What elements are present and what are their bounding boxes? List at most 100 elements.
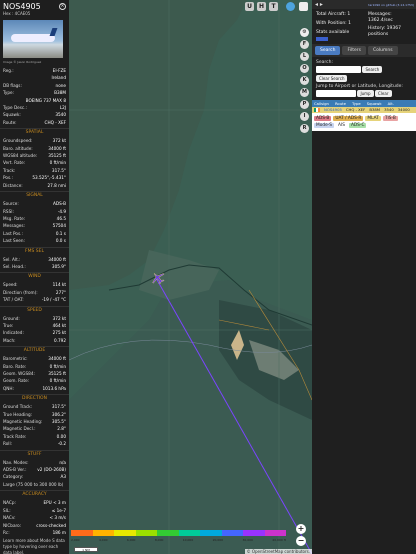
side-button-m[interactable]: M <box>300 88 309 97</box>
info-row: Squawk: 3540 <box>0 111 69 118</box>
altitude-scale-labels: 2,000 4,000 6,000 8,000 10,000 20,000 30,000 40… <box>71 538 286 542</box>
tab-search[interactable]: Search <box>315 46 341 55</box>
info-row: Reg.: EI-FZE <box>0 67 69 74</box>
stuff-heading: STUFF <box>0 449 69 459</box>
side-button-k[interactable]: K <box>300 76 309 85</box>
search-button[interactable]: Search <box>362 66 383 73</box>
info-label: True Heading: <box>3 411 33 417</box>
info-label: Baro. altitude: <box>3 145 33 151</box>
info-row: Ground Track: 317.5° <box>0 403 69 410</box>
info-row: RSSI: -4.9 <box>0 208 69 215</box>
settings-gear-icon[interactable]: ⚙ <box>300 28 309 37</box>
clear-search-button[interactable]: Clear Search <box>316 75 348 82</box>
column-header[interactable]: Callsign <box>314 100 329 107</box>
info-label: DB flags: <box>3 82 22 88</box>
info-row: Roll: -0.2 <box>0 440 69 447</box>
info-label: Track Rate: <box>3 433 27 439</box>
aircraft-photo[interactable] <box>3 20 63 58</box>
column-header[interactable]: Type <box>352 100 361 107</box>
info-label: Rc: <box>3 529 10 535</box>
search-block: Search: Search Clear Search Jump to Airp… <box>312 57 416 100</box>
side-button-p[interactable]: P <box>300 100 309 109</box>
fms-heading: FMS SEL <box>0 246 69 256</box>
info-label: Source: <box>3 201 19 207</box>
scale-color-segment <box>243 530 265 536</box>
info-row: Sel. Head.: 305.9° <box>0 263 69 270</box>
map-button-u[interactable]: U <box>245 2 254 11</box>
info-row: Pos.: 53.525°,-5.431° <box>0 174 69 181</box>
info-value: -19 / -47 °C <box>41 297 66 303</box>
zoom-in-button[interactable]: + <box>296 524 306 534</box>
zoom-out-button[interactable]: − <box>296 536 306 546</box>
table-row[interactable]: NOS4905 CHQ - XEF B38M 3540 34000 <box>312 107 416 113</box>
scale-color-segment <box>221 530 243 536</box>
settings-square-icon[interactable] <box>299 2 308 11</box>
photo-credit[interactable]: Image © Jason Rodriguez <box>0 60 69 64</box>
info-row: NACv: < 3 m/s <box>0 514 69 521</box>
jump-input[interactable] <box>316 90 356 97</box>
map-button-h[interactable]: H <box>257 2 266 11</box>
accuracy-section: NACp: EPU < 3 m SIL: ≤ 1e-7 NACv: < 3 m/s NICb… <box>0 499 69 536</box>
aircraft-table-body: NOS4905 CHQ - XEF B38M 3540 34000 <box>312 107 416 113</box>
map-attribution[interactable]: © OpenStreetMap contributors. <box>244 549 312 554</box>
info-value: 305.9° <box>51 263 66 269</box>
scale-tick-label: 4,000 <box>98 538 108 542</box>
side-button-r[interactable]: R <box>300 124 309 133</box>
source-badge: AIS <box>336 123 347 128</box>
info-value: 1013.6 hPa <box>42 385 66 391</box>
info-label: Ground Track: <box>3 404 33 410</box>
info-value: 57504 <box>52 223 66 229</box>
version-link[interactable]: tar1090 on github (3.14.1753) <box>368 3 416 7</box>
speed-heading: SPEED <box>0 305 69 315</box>
category-description: Large (75 000 to 300 000 lb) <box>3 481 64 487</box>
map-view[interactable]: U H T + − 2,000 4,000 6,000 8,000 10,000 20,0… <box>69 0 312 554</box>
scale-color-segment <box>264 530 286 536</box>
info-row: Category: A3 <box>0 473 69 480</box>
aircraft-list-panel: ◂ ▸ tar1090 on github (3.14.1753) Total … <box>312 0 416 554</box>
column-header[interactable]: Route <box>335 100 346 107</box>
tab-columns[interactable]: Columns <box>367 46 398 55</box>
info-value: 305.5° <box>51 419 66 425</box>
info-label: Squawk: <box>3 112 21 118</box>
side-button-l[interactable]: L <box>300 52 309 61</box>
info-row: Nav. Modes: n/a <box>0 459 69 466</box>
close-icon[interactable]: × <box>59 3 66 10</box>
map-button-t[interactable]: T <box>269 2 278 11</box>
info-label: Msg. Rate: <box>3 215 26 221</box>
scale-tick-label: 6,000 <box>126 538 136 542</box>
side-button-o[interactable]: O <box>300 64 309 73</box>
search-input[interactable] <box>316 66 361 73</box>
info-row: ADS-B Ver.: v2 (DO-260B) <box>0 466 69 473</box>
info-value: BOEING 737 MAX 8 <box>25 97 66 103</box>
panel-toggle-arrows[interactable]: ◂ ▸ <box>312 1 323 8</box>
info-label: TAT / OAT: <box>3 297 24 303</box>
scale-color-segment <box>157 530 179 536</box>
jump-button[interactable]: Jump <box>357 90 374 97</box>
stats-available[interactable]: Stats available <box>316 30 351 36</box>
info-label: Indicated: <box>3 330 24 336</box>
layers-icon[interactable] <box>286 2 295 11</box>
info-row: Track: 317.5° <box>0 167 69 174</box>
info-label: Geom. Rate: <box>3 378 30 384</box>
info-row: Geom. WGS84: 35125 ft <box>0 370 69 377</box>
column-header[interactable]: Alt. <box>388 100 394 107</box>
tab-filters[interactable]: Filters <box>342 46 366 55</box>
column-header[interactable]: Squawk <box>367 100 382 107</box>
info-value: 53.525°,-5.431° <box>32 175 66 181</box>
info-row: Rc: 186 m <box>0 529 69 536</box>
info-row: True Heading: 306.2° <box>0 411 69 418</box>
map-canvas <box>69 0 312 554</box>
info-value: 372 kt <box>52 138 66 144</box>
cell-squawk: 3540 <box>384 107 394 112</box>
info-value: 35125 ft <box>48 371 66 376</box>
stuff-section: Nav. Modes: n/a ADS-B Ver.: v2 (DO-260B) Cat… <box>0 459 69 481</box>
side-button-i[interactable]: I <box>300 112 309 121</box>
side-button-f[interactable]: F <box>300 40 309 49</box>
info-row: DB flags: none <box>0 82 69 89</box>
info-row: Ireland <box>0 74 69 81</box>
clear-button[interactable]: Clear <box>375 90 392 97</box>
info-row: Vert. Rate: 0 ft/min <box>0 159 69 166</box>
info-label: Sel. Alt.: <box>3 256 21 262</box>
aircraft-icon[interactable] <box>151 272 165 284</box>
aircraft-table-header[interactable]: Callsign Route Type Squawk Alt. <box>312 100 416 107</box>
